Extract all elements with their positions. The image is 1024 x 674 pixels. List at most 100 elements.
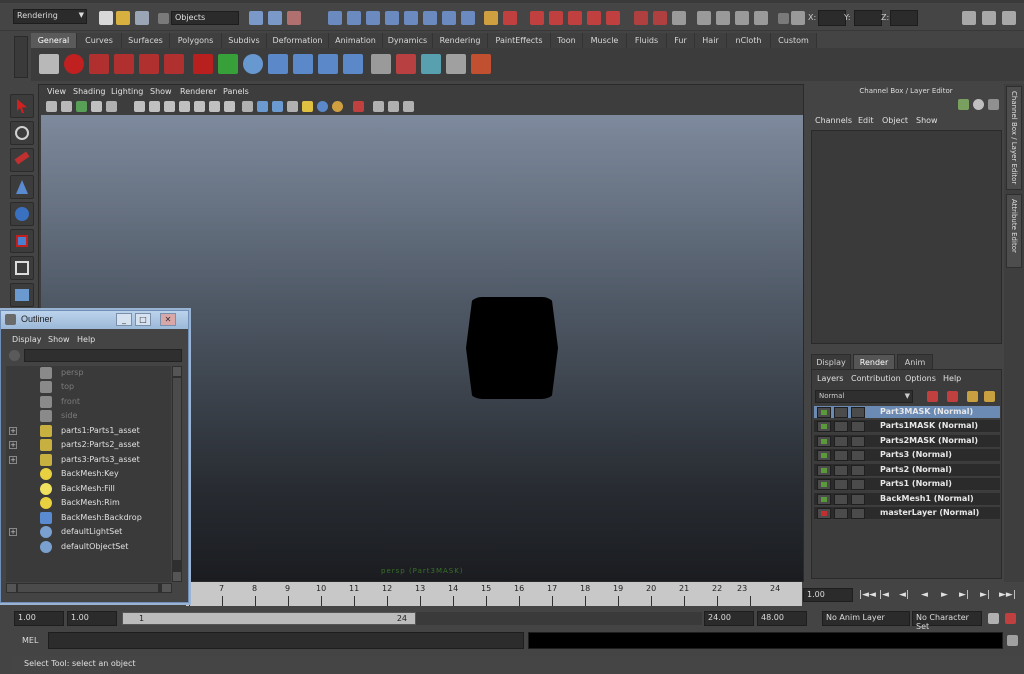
minimize-button[interactable]: _	[116, 313, 132, 326]
numeric-input-icon[interactable]	[791, 11, 805, 25]
new-layer-from-selected-icon[interactable]	[927, 391, 938, 402]
text-icon[interactable]	[224, 101, 235, 112]
hypershade-icon[interactable]	[371, 54, 391, 74]
layer-render-setting-icon[interactable]	[834, 494, 848, 505]
playback-end-field[interactable]: 24.00	[704, 611, 754, 626]
layer-menu-help[interactable]: Help	[943, 374, 961, 383]
panel-menu-show[interactable]: Show	[150, 87, 172, 96]
scroll-right-icon[interactable]	[162, 584, 171, 592]
layer-shader-icon[interactable]	[851, 479, 865, 490]
render-all-layers-icon[interactable]	[967, 391, 978, 402]
play-backwards-button[interactable]: ◄	[921, 590, 928, 600]
layer-menu-options[interactable]: Options	[905, 374, 936, 383]
render-view-icon[interactable]	[634, 11, 648, 25]
selection-mask-field[interactable]: Objects	[171, 11, 239, 25]
layer-shader-icon[interactable]	[851, 494, 865, 505]
layer-render-setting-icon[interactable]	[834, 450, 848, 461]
layer-shader-icon[interactable]	[851, 436, 865, 447]
select-by-component-icon[interactable]	[287, 11, 301, 25]
range-slider-bar[interactable]: 1 24	[122, 612, 416, 625]
toggle-channel-box-icon[interactable]	[962, 11, 976, 25]
high-quality-icon[interactable]	[317, 101, 328, 112]
snap-grid-icon[interactable]	[328, 11, 342, 25]
image-plane-icon[interactable]	[91, 101, 102, 112]
help-icon[interactable]	[64, 54, 84, 74]
wireframe-icon[interactable]	[134, 101, 145, 112]
four-pane-icon[interactable]	[735, 11, 749, 25]
ipr-render-icon[interactable]	[606, 11, 620, 25]
selection-highlight-icon[interactable]	[503, 11, 517, 25]
sphere-icon[interactable]	[243, 54, 263, 74]
outliner-item[interactable]: front	[6, 395, 171, 409]
outliner-menu-show[interactable]: Show	[48, 335, 70, 344]
play-forwards-button[interactable]: ►	[941, 590, 948, 600]
lock-icon[interactable]	[484, 11, 498, 25]
mel-command-input[interactable]	[48, 632, 524, 649]
directional-light-icon[interactable]	[318, 54, 338, 74]
camera-icon[interactable]	[39, 54, 59, 74]
scale-tool-icon[interactable]	[10, 229, 34, 253]
select-camera-icon[interactable]	[46, 101, 57, 112]
scroll-thumb[interactable]	[173, 378, 181, 560]
outliner-item[interactable]: persp	[6, 366, 171, 380]
select-by-hierarchy-icon[interactable]	[249, 11, 263, 25]
script-editor-icon[interactable]	[1007, 635, 1018, 646]
shelf-tab-surfaces[interactable]: Surfaces	[122, 33, 170, 48]
go-to-end-button[interactable]: ►►|	[999, 590, 1016, 600]
outliner-item[interactable]: BackMesh:Rim	[6, 496, 171, 510]
layer-render-setting-icon[interactable]	[834, 465, 848, 476]
outliner-vertical-scrollbar[interactable]	[172, 366, 182, 582]
ipr-icon[interactable]	[139, 54, 159, 74]
xray-joints-icon[interactable]	[272, 101, 283, 112]
shelf-tab-hair[interactable]: Hair	[695, 33, 727, 48]
expand-icon[interactable]: +	[9, 456, 17, 464]
camera-attributes-icon[interactable]	[61, 101, 72, 112]
select-tool-icon[interactable]	[10, 94, 34, 118]
shadows-icon[interactable]	[209, 101, 220, 112]
single-pane-icon[interactable]	[716, 11, 730, 25]
layer-tab-display[interactable]: Display	[811, 354, 851, 369]
layer-shader-icon[interactable]	[851, 508, 865, 519]
outliner-item[interactable]: top	[6, 380, 171, 394]
resolution-gate-icon[interactable]	[353, 101, 364, 112]
channel-menu-edit[interactable]: Edit	[858, 116, 874, 125]
animation-preferences-icon[interactable]	[1005, 613, 1016, 624]
paint-icon[interactable]	[471, 54, 491, 74]
layer-render-setting-icon[interactable]	[834, 508, 848, 519]
layer-shader-icon[interactable]	[851, 465, 865, 476]
two-d-pan-icon[interactable]	[106, 101, 117, 112]
layer-visibility-icon[interactable]	[817, 494, 831, 505]
history-icon[interactable]	[423, 11, 437, 25]
filter-icon[interactable]	[9, 350, 20, 361]
bookmark-icon[interactable]	[76, 101, 87, 112]
hypershade-icon[interactable]	[672, 11, 686, 25]
menu-set-select[interactable]: Rendering ▼	[13, 9, 87, 24]
outliner-filter-input[interactable]	[24, 349, 182, 362]
render-layer-row[interactable]: masterLayer (Normal)	[814, 507, 1000, 520]
shelf-tab-subdivs[interactable]: Subdivs	[222, 33, 267, 48]
channel-menu-channels[interactable]: Channels	[815, 116, 852, 125]
panel-menu-view[interactable]: View	[47, 87, 66, 96]
spot-light-icon[interactable]	[268, 54, 288, 74]
layer-menu-layers[interactable]: Layers	[817, 374, 843, 383]
panel-layout-icon[interactable]	[697, 11, 711, 25]
time-slider[interactable]: 7 8 9 10 11 12 13 14 15 16 17 18 19 20 2…	[186, 582, 802, 606]
cone-light-icon[interactable]	[218, 54, 238, 74]
outliner-item[interactable]: side	[6, 409, 171, 423]
shelf-tab-dynamics[interactable]: Dynamics	[383, 33, 433, 48]
lights-icon[interactable]	[194, 101, 205, 112]
layer-visibility-icon[interactable]	[817, 479, 831, 490]
render-layer-row[interactable]: Parts1 (Normal)	[814, 478, 1000, 491]
smooth-shade-icon[interactable]	[149, 101, 160, 112]
mel-label[interactable]: MEL	[22, 636, 38, 645]
z-coord-field[interactable]	[890, 10, 918, 26]
scroll-left-icon[interactable]	[7, 584, 16, 592]
toggle-tool-settings-icon[interactable]	[1002, 11, 1016, 25]
step-forward-key-button[interactable]: ►|	[980, 590, 990, 600]
channel-layer-toggle-icon[interactable]	[988, 99, 999, 110]
layer-visibility-icon[interactable]	[817, 450, 831, 461]
render-icon[interactable]	[114, 54, 134, 74]
shelf-tab-general[interactable]: General	[31, 33, 77, 48]
shelf-tab-polygons[interactable]: Polygons	[170, 33, 222, 48]
layer-render-setting-icon[interactable]	[834, 479, 848, 490]
